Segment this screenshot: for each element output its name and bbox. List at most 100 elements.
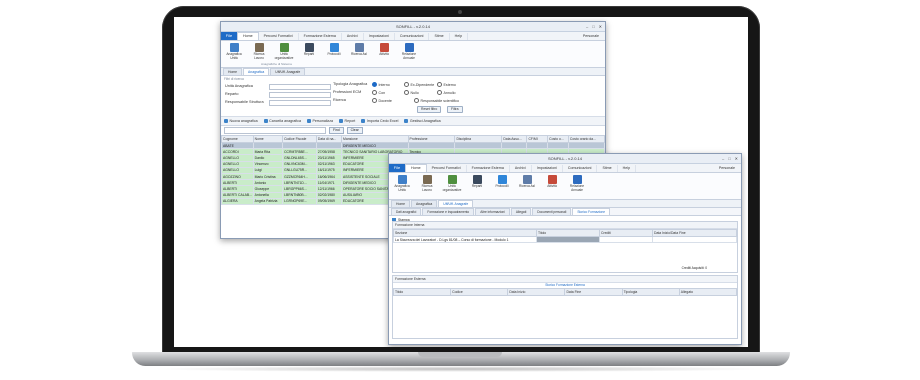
ricerca-lavorobutton[interactable]: Ricerca Lavoro [250,43,268,60]
grid-search-input[interactable] [224,127,326,134]
table-row[interactable]: La Sicurezza dei Lavoratori - D.Lgs 81/0… [393,235,737,244]
doc-tab-home[interactable]: Home [223,68,243,75]
record-tab-documenti-personali[interactable]: Documenti personali [532,208,572,215]
doc-tab-home[interactable]: Home [391,200,411,207]
ribbon-tab-impostazioni[interactable]: Impostazioni [532,165,563,172]
column-header[interactable]: Costo orario da... [567,135,605,143]
maximize-icon[interactable]: □ [728,156,730,161]
column-header[interactable]: Data Assu... [501,135,528,143]
radio-esterno[interactable]: Esterno [437,82,456,87]
column-header[interactable]: Disciplina [454,135,503,143]
column-header[interactable]: Titolo [536,229,600,237]
doc-tab-anagrafica[interactable]: Anagrafica [243,68,270,75]
action-reportbutton[interactable]: Report [339,119,355,123]
column-header[interactable]: Professione [407,135,456,143]
protocollibutton[interactable]: Protocolli [493,175,511,189]
action-gestisci-anagraficabutton[interactable]: Gestisci Anagrafica [404,119,441,123]
attivit-button[interactable]: Attività [375,43,393,57]
ribbon-tab-stime[interactable]: Stime [429,33,450,40]
ribbon-tab-help[interactable]: Help [618,165,637,172]
ricerca-aslbutton[interactable]: Ricerca Asl [518,175,536,189]
column-header[interactable]: Allegato [678,288,738,296]
column-header[interactable]: Codice [450,288,509,296]
protocollibutton[interactable]: Protocolli [325,43,343,57]
column-header[interactable]: Data Inizio/Data Fine [652,229,737,237]
radio-nullo[interactable]: Nullo [404,90,419,95]
doc-tab-anagrafica[interactable]: Anagrafica [411,200,438,207]
record-tab-storico-formazione[interactable]: Storico Formazione [572,208,610,215]
ribbon-tab-home[interactable]: Home [405,164,427,172]
ribbon-tab-help[interactable]: Help [450,33,469,40]
file-tab[interactable]: File [389,164,405,172]
unit-organizzativebutton[interactable]: Unità organizzative [275,43,293,60]
ribbon-tab-stime[interactable]: Stime [597,165,618,172]
column-header[interactable]: Crediti [599,229,653,237]
column-header[interactable]: Titolo [392,288,452,296]
find-button[interactable]: Find [329,127,344,134]
column-header[interactable]: CF/MI [526,135,549,143]
ribbon-tab-impostazioni[interactable]: Impostazioni [364,33,395,40]
record-tab-altre-informazioni[interactable]: Altre informazioni [475,208,510,215]
radio-con[interactable]: Con [372,90,385,95]
close-icon[interactable]: ✕ [599,24,602,29]
column-header[interactable]: Mansione [341,135,409,143]
column-header[interactable]: Costo o... [547,135,569,143]
minimize-icon[interactable]: – [586,24,588,29]
column-header[interactable]: Codice Fiscale [282,135,317,143]
ribbon-tab-comunicazioni[interactable]: Comunicazioni [395,33,430,40]
column-header[interactable]: Data Inizio [507,288,566,296]
radio-annullo[interactable]: Annullo [437,90,456,95]
ribbon-tab-home[interactable]: Home [237,32,259,40]
maximize-icon[interactable]: □ [592,24,594,29]
ribbon-tab-formazione[interactable]: Formazione Esterna [467,165,510,172]
ribbon-tab-comunicazioni[interactable]: Comunicazioni [563,165,598,172]
ricerca-lavorobutton[interactable]: Ricerca Lavoro [418,175,436,192]
unit-organizzativebutton[interactable]: Unità organizzative [443,175,461,192]
reset-filter-button[interactable]: Reset filtro [417,106,442,113]
doc-tab-uff[interactable]: Uff/Uff. Anagrafe [270,68,306,75]
column-header[interactable]: Tipologia [621,288,680,296]
field-responsabile-input[interactable] [269,99,331,106]
column-header[interactable]: Data Fine [564,288,623,296]
record-tab-formazione-e-inquadramento[interactable]: Formazione e Inquadramento [422,208,475,215]
relazione-annualebutton[interactable]: Relazione Annuale [568,175,586,192]
minimize-icon[interactable]: – [722,156,724,161]
radio-interno[interactable]: Interno [372,82,390,87]
ribbon-tab-archivi[interactable]: Archivi [510,165,532,172]
ribbon-tab-percorsi[interactable]: Percorsi Formativi [259,33,299,40]
clear-button[interactable]: Clear [346,127,363,134]
radio-docente[interactable]: Docente [372,98,392,103]
laptop-screen: SONFILL - v.2.0.14 – □ ✕ File Home Percors… [174,17,748,347]
column-header[interactable]: Cognome [221,135,254,143]
ricerca-aslbutton[interactable]: Ricerca Asl [350,43,368,57]
anagrafica-unit-button[interactable]: Anagrafica Unità [225,43,243,60]
action-cancella-anagraficabutton[interactable]: Cancella anagrafica [263,119,301,123]
repartibutton[interactable]: Reparti [468,175,486,189]
field-reparto-input[interactable] [269,91,331,98]
close-icon[interactable]: ✕ [735,156,738,161]
ribbon-tab-formazione[interactable]: Formazione Esterna [299,33,342,40]
user-label[interactable]: Personale [583,33,605,40]
user-label[interactable]: Personale [719,165,741,172]
ribbon-button-label: Unità organizzative [442,184,462,192]
record-tab-dati-anagrafici[interactable]: Dati anagrafici [391,208,422,215]
file-tab[interactable]: File [221,32,237,40]
field-unita-input[interactable] [269,83,331,90]
column-header[interactable]: Data di na... [315,135,343,143]
column-header[interactable]: Sezione [393,229,537,237]
filter-button[interactable]: Filtra [447,106,463,113]
ribbon-tab-percorsi[interactable]: Percorsi Formativi [427,165,467,172]
record-tab-allegati[interactable]: Allegati [510,208,532,215]
radio-ex-dipendente[interactable]: Ex-Dipendente [404,82,434,87]
column-header[interactable]: Nome [252,135,284,143]
repartibutton[interactable]: Reparti [300,43,318,57]
ribbon-tab-archivi[interactable]: Archivi [342,33,364,40]
radio-responsabile-scientifico[interactable]: Responsabile scientifico [414,98,459,103]
doc-tab-uff[interactable]: Uff/Uff. Anagrafe [438,200,474,207]
action-personalizzabutton[interactable]: Personalizza [306,119,333,123]
anagrafica-unit-button[interactable]: Anagrafica Unità [393,175,411,192]
relazione-annualebutton[interactable]: Relazione Annuale [400,43,418,60]
attivit-button[interactable]: Attività [543,175,561,189]
action-nuova-anagraficabutton[interactable]: Nuova anagrafica [224,119,258,123]
action-importa-cedo-excelbutton[interactable]: Importa Cedo Excel [361,119,398,123]
